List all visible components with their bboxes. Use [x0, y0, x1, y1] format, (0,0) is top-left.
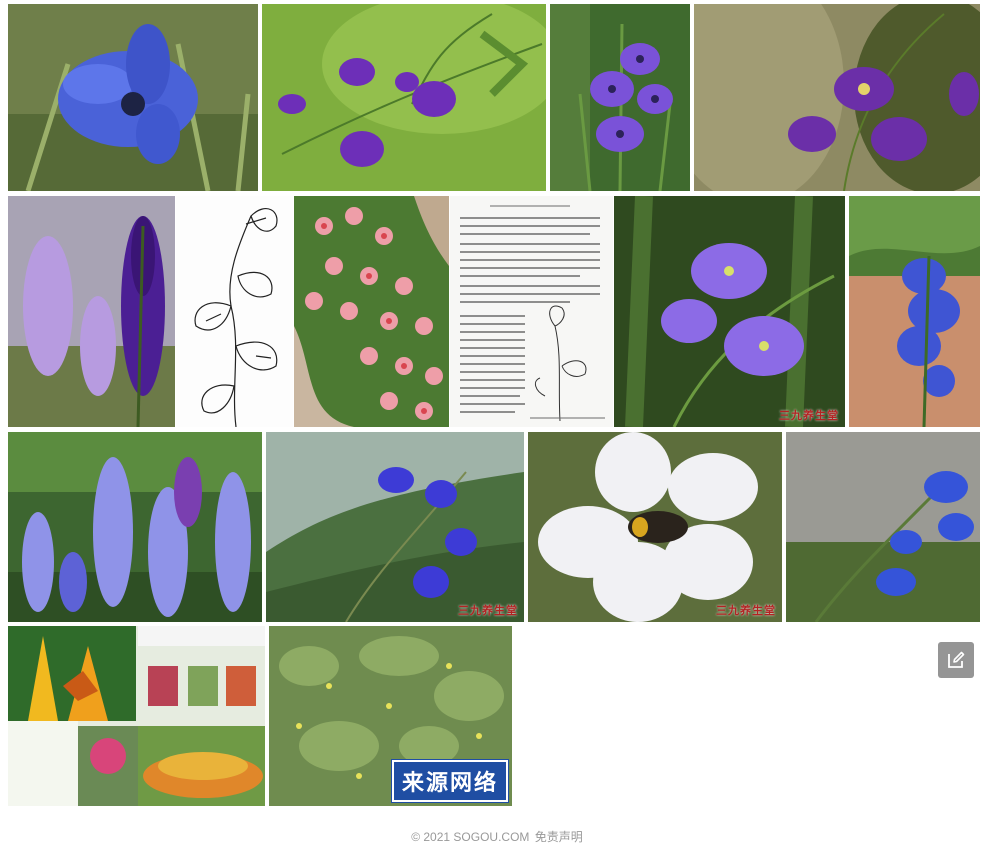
watermark-source-network: 来源网络 [390, 759, 510, 803]
image-thumbnail-4[interactable] [694, 4, 980, 191]
image-thumbnail-10[interactable] [849, 196, 980, 427]
white-flower-with-bee-photo [528, 432, 782, 622]
watermark-39yst: 三九养生堂 [779, 410, 839, 422]
image-thumbnail-13[interactable]: 三九养生堂 [528, 432, 782, 622]
image-thumbnail-15[interactable] [8, 626, 265, 806]
image-thumbnail-12[interactable]: 三九养生堂 [266, 432, 524, 622]
image-thumbnail-5[interactable] [8, 196, 175, 427]
purple-flowers-green-bg-photo [262, 4, 546, 191]
image-thumbnail-9[interactable]: 三九养生堂 [614, 196, 845, 427]
image-thumbnail-16[interactable]: 来源网络 [269, 626, 512, 806]
watermark-39yst: 三九养生堂 [716, 605, 776, 617]
image-thumbnail-11[interactable] [8, 432, 262, 622]
copyright-text: © 2021 SOGOU.COM [411, 830, 530, 844]
blue-larkspur-photo [8, 4, 258, 191]
blue-delphinium-on-soil-photo [849, 196, 980, 427]
edit-feedback-button[interactable] [938, 642, 974, 678]
pink-flowers-on-rock-photo [294, 196, 449, 427]
image-thumbnail-7[interactable] [294, 196, 449, 427]
edit-pencil-icon [948, 651, 965, 668]
image-thumbnail-6[interactable] [176, 196, 293, 427]
purple-blossoms-bokeh-photo [694, 4, 980, 191]
watermark-39yst: 三九养生堂 [458, 605, 518, 617]
botanical-line-drawing [176, 196, 293, 427]
disclaimer-link[interactable]: 免责声明 [535, 830, 583, 844]
image-thumbnail-3[interactable] [550, 4, 690, 191]
image-thumbnail-14[interactable] [786, 432, 980, 622]
image-thumbnail-8[interactable] [450, 196, 613, 427]
purple-delphinium-spikes-photo [8, 196, 175, 427]
image-thumbnail-2[interactable] [262, 4, 546, 191]
blue-larkspur-rock-photo [786, 432, 980, 622]
flowers-collage-page [8, 626, 265, 806]
violet-cluster-photo [550, 4, 690, 191]
light-purple-larkspur-photo [614, 196, 845, 427]
page-footer: © 2021 SOGOU.COM 免责声明 [0, 828, 992, 845]
image-thumbnail-1[interactable] [8, 4, 258, 191]
delphinium-garden-photo [8, 432, 262, 622]
scanned-flora-page [450, 196, 613, 427]
blue-larkspur-mountain-photo [266, 432, 524, 622]
